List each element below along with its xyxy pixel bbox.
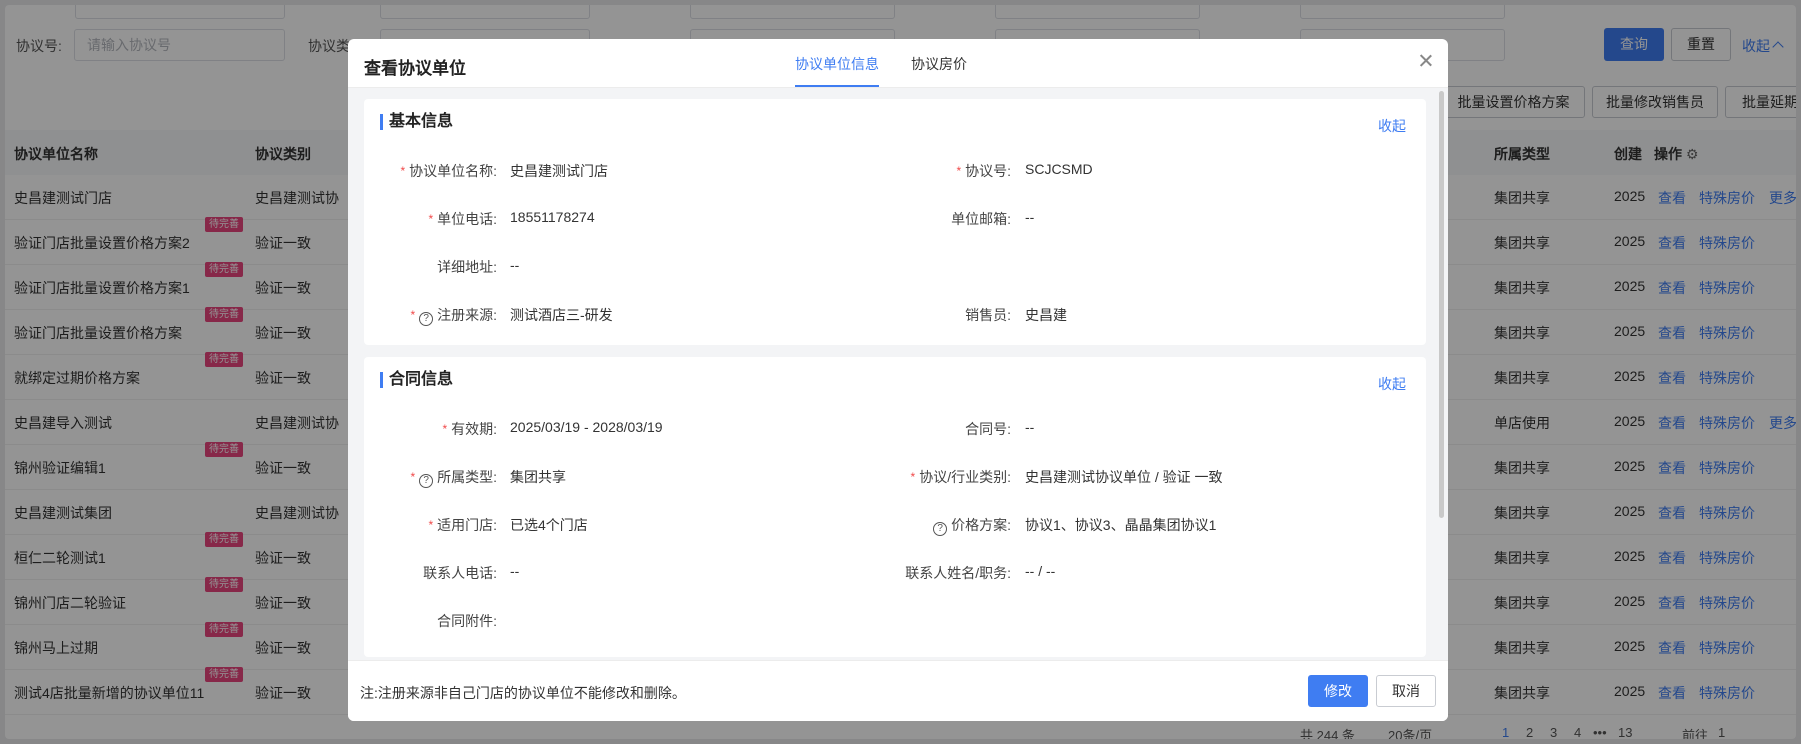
- tab-agreement-unit-info[interactable]: 协议单位信息: [795, 54, 879, 74]
- unit-name-value: 史昌建测试门店: [510, 163, 608, 179]
- applicable-stores-label: * 适用门店:: [428, 515, 497, 535]
- address-value: --: [510, 257, 520, 273]
- unit-phone-label-text: 单位电话:: [437, 211, 497, 227]
- unit-name-label-text: 协议单位名称:: [409, 163, 497, 179]
- tab-agreement-room-price[interactable]: 协议房价: [911, 54, 967, 74]
- validity-value: 2025/03/19 - 2028/03/19: [510, 419, 663, 435]
- unit-email-label: 单位邮箱:: [951, 211, 1011, 227]
- agreement-no-label-text: 协议号:: [965, 163, 1011, 179]
- ownership-type-value: 集团共享: [510, 469, 566, 485]
- basic-info-card: 基本信息 收起 * 协议单位名称: 史昌建测试门店 * 协议号: SCJCSMD *…: [364, 99, 1426, 345]
- validity-label-text: 有效期:: [451, 421, 497, 437]
- contact-phone-value: --: [510, 563, 520, 579]
- agreement-no-label: * 协议号:: [956, 161, 1011, 181]
- required-asterisk: *: [400, 164, 406, 178]
- unit-phone-value: 18551178274: [510, 209, 595, 225]
- contract-no-value: --: [1025, 419, 1035, 435]
- required-asterisk: *: [410, 308, 416, 322]
- contact-name-value: -- / --: [1025, 563, 1056, 579]
- applicable-stores-value: 已选4个门店: [510, 517, 588, 533]
- sales-value: 史昌建: [1025, 307, 1067, 323]
- source-value: 测试酒店三-研发: [510, 307, 613, 323]
- modal-body: 基本信息 收起 * 协议单位名称: 史昌建测试门店 * 协议号: SCJCSMD *…: [348, 88, 1448, 660]
- unit-phone-label: * 单位电话:: [428, 209, 497, 229]
- contract-info-collapse-link[interactable]: 收起: [1378, 374, 1406, 394]
- sales-label: 销售员:: [965, 307, 1011, 323]
- agreement-no-value: SCJCSMD: [1025, 161, 1093, 177]
- view-agreement-unit-modal: 查看协议单位 协议单位信息 协议房价 基本信息 收起 * 协议单位名称: 史昌建测…: [348, 39, 1448, 721]
- contact-name-label: 联系人姓名/职务:: [905, 565, 1011, 581]
- industry-category-value: 史昌建测试协议单位 / 验证 一致: [1025, 469, 1223, 485]
- contract-info-card: 合同信息 收起 * 有效期: 2025/03/19 - 2028/03/19 合同…: [364, 357, 1426, 657]
- modal-scrollbar[interactable]: [1439, 91, 1444, 518]
- footer-note: 注:注册来源非自己门店的协议单位不能修改和删除。: [360, 685, 686, 701]
- address-label: 详细地址:: [437, 259, 497, 275]
- contract-no-label: 合同号:: [965, 421, 1011, 437]
- price-plan-label-text: 价格方案:: [951, 517, 1011, 533]
- required-asterisk: *: [428, 212, 434, 226]
- required-asterisk: *: [442, 422, 448, 436]
- applicable-stores-label-text: 适用门店:: [437, 517, 497, 533]
- source-label-text: 注册来源:: [437, 307, 497, 323]
- contact-phone-label: 联系人电话:: [423, 565, 497, 581]
- source-label: *? 注册来源:: [410, 305, 497, 326]
- modal-title: 查看协议单位: [364, 59, 466, 78]
- ownership-type-label: *? 所属类型:: [410, 467, 497, 488]
- basic-info-collapse-link[interactable]: 收起: [1378, 116, 1406, 136]
- question-circle-icon[interactable]: ?: [419, 312, 434, 326]
- modal-footer: 注:注册来源非自己门店的协议单位不能修改和删除。 修改 取消: [348, 660, 1448, 721]
- industry-category-label: * 协议/行业类别:: [911, 467, 1011, 487]
- required-asterisk: *: [956, 164, 962, 178]
- contract-info-title: 合同信息: [380, 372, 453, 388]
- close-icon[interactable]: [1416, 51, 1436, 71]
- basic-info-title: 基本信息: [380, 114, 453, 130]
- question-circle-icon[interactable]: ?: [419, 474, 434, 488]
- required-asterisk: *: [910, 470, 916, 484]
- required-asterisk: *: [410, 470, 416, 484]
- price-plan-value: 协议1、协议3、晶晶集团协议1: [1025, 517, 1217, 533]
- ownership-type-label-text: 所属类型:: [437, 469, 497, 485]
- required-asterisk: *: [428, 518, 434, 532]
- industry-category-label-text: 协议/行业类别:: [919, 469, 1011, 485]
- edit-button[interactable]: 修改: [1308, 675, 1368, 707]
- unit-email-value: --: [1025, 209, 1035, 225]
- question-circle-icon[interactable]: ?: [933, 522, 948, 536]
- unit-name-label: * 协议单位名称:: [400, 161, 497, 181]
- price-plan-label: ? 价格方案:: [933, 515, 1011, 536]
- validity-label: * 有效期:: [442, 419, 497, 439]
- attachment-label: 合同附件:: [437, 613, 497, 629]
- cancel-button[interactable]: 取消: [1376, 675, 1436, 707]
